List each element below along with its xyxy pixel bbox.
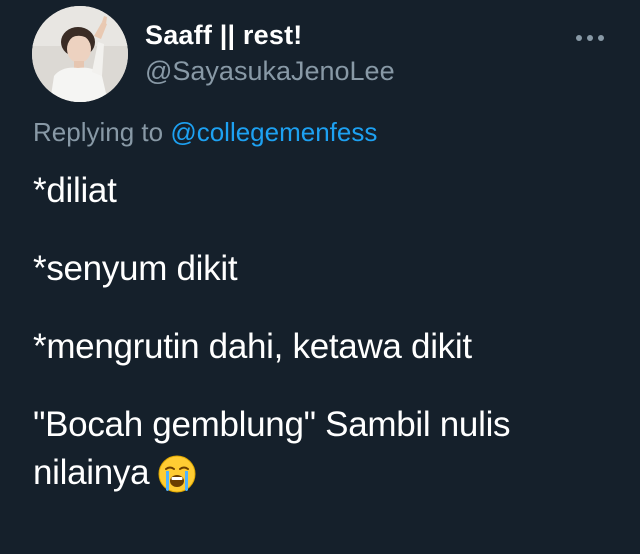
more-dots-icon xyxy=(576,35,604,41)
tweet-line-with-emoji: "Bocah gemblung" Sambil nulis nilainya xyxy=(33,401,613,507)
tweet-line: *senyum dikit xyxy=(33,249,238,288)
tweet-line: *diliat xyxy=(33,171,117,210)
avatar-photo xyxy=(32,6,128,102)
replying-to: Replying to @collegemenfess xyxy=(33,117,377,148)
more-options-button[interactable] xyxy=(574,22,606,54)
tweet-line: "Bocah gemblung" Sambil nulis nilainya xyxy=(33,405,511,492)
user-handle[interactable]: @SayasukaJenoLee xyxy=(145,56,395,87)
tweet-line: *mengrutin dahi, ketawa dikit xyxy=(33,327,472,366)
display-name[interactable]: Saaff || rest! xyxy=(145,20,302,51)
tweet-text: *diliat *senyum dikit *mengrutin dahi, k… xyxy=(33,167,613,507)
avatar[interactable] xyxy=(32,6,128,102)
loudly-crying-face-icon xyxy=(157,454,197,507)
replying-to-label: Replying to xyxy=(33,117,164,147)
reply-mention-link[interactable]: @collegemenfess xyxy=(170,117,377,147)
